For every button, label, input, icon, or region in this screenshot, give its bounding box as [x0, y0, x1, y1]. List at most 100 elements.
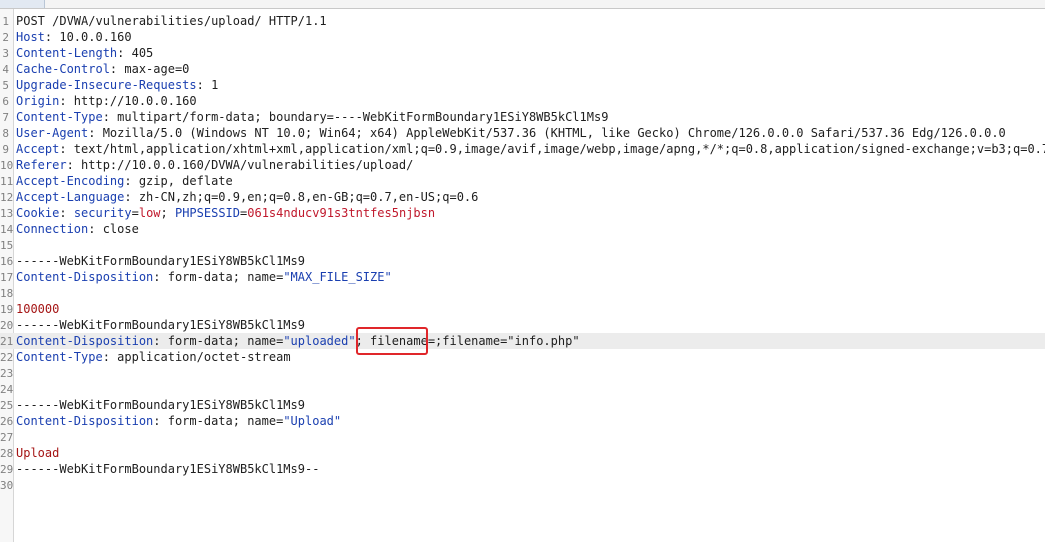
request-line[interactable]: 2 Host: 10.0.0.160: [0, 29, 1045, 45]
request-line[interactable]: 9 Accept: text/html,application/xhtml+xml…: [0, 141, 1045, 157]
request-line[interactable]: 19 100000: [0, 301, 1045, 317]
header-name: Accept: [16, 142, 60, 156]
line-text: ------WebKitFormBoundary1ESiY8WB5kCl1Ms9: [16, 254, 305, 268]
line-number: 8: [2, 127, 9, 140]
line-number: 12: [0, 191, 14, 204]
request-line[interactable]: 10 Referer: http://10.0.0.160/DVWA/vulner…: [0, 157, 1045, 173]
line-number: 10: [0, 159, 14, 172]
line-text: ------WebKitFormBoundary1ESiY8WB5kCl1Ms9: [16, 398, 305, 412]
line-text: : http://10.0.0.160: [59, 94, 197, 108]
line-number: 20: [0, 319, 14, 332]
line-number: 23: [0, 367, 14, 380]
line-text: : zh-CN,zh;q=0.9,en;q=0.8,en-GB;q=0.7,en…: [124, 190, 479, 204]
header-name: Connection: [16, 222, 89, 236]
request-line[interactable]: 15: [0, 237, 1045, 253]
line-number: 22: [0, 351, 14, 364]
line-text: : 10.0.0.160: [44, 30, 132, 44]
value-text: "uploaded": [283, 334, 356, 348]
header-name: User-Agent: [16, 126, 89, 140]
line-number: 30: [0, 479, 14, 492]
request-line[interactable]: 26 Content-Disposition: form-data; name="…: [0, 413, 1045, 429]
value-text: "MAX_FILE_SIZE": [283, 270, 392, 284]
request-line[interactable]: 12 Accept-Language: zh-CN,zh;q=0.9,en;q=0…: [0, 189, 1045, 205]
http-request-editor[interactable]: 1 POST /DVWA/vulnerabilities/upload/ HTTP…: [0, 13, 1045, 493]
line-text: : http://10.0.0.160/DVWA/vulnerabilities…: [66, 158, 414, 172]
line-number: 19: [0, 303, 14, 316]
line-number: 26: [0, 415, 14, 428]
value-text: Upload: [16, 446, 60, 460]
active-tab[interactable]: [0, 0, 45, 8]
line-number: 11: [0, 175, 14, 188]
request-line[interactable]: 11 Accept-Encoding: gzip, deflate: [0, 173, 1045, 189]
line-text: ;: [160, 206, 175, 220]
line-number: 6: [2, 95, 9, 108]
header-name: Host: [16, 30, 45, 44]
line-text: : close: [88, 222, 139, 236]
request-line[interactable]: 17 Content-Disposition: form-data; name="…: [0, 269, 1045, 285]
line-number: 5: [2, 79, 9, 92]
request-line[interactable]: 25 ------WebKitFormBoundary1ESiY8WB5kCl1M…: [0, 397, 1045, 413]
request-line[interactable]: 13 Cookie: security=low; PHPSESSID=061s4n…: [0, 205, 1045, 221]
header-name: Content-Disposition: [16, 270, 154, 284]
request-line[interactable]: 5 Upgrade-Insecure-Requests: 1: [0, 77, 1045, 93]
request-line[interactable]: 6 Origin: http://10.0.0.160: [0, 93, 1045, 109]
line-text: POST /DVWA/vulnerabilities/upload/ HTTP/…: [16, 14, 327, 28]
request-line[interactable]: 7 Content-Type: multipart/form-data; boun…: [0, 109, 1045, 125]
header-name: Content-Type: [16, 110, 103, 124]
line-number: 4: [2, 63, 9, 76]
request-line[interactable]: 4 Cache-Control: max-age=0: [0, 61, 1045, 77]
line-number: 2: [2, 31, 9, 44]
highlight-annotation-box: [356, 327, 428, 355]
header-name: Referer: [16, 158, 67, 172]
header-name: Content-Type: [16, 350, 103, 364]
line-number: 13: [0, 207, 14, 220]
line-text: : application/octet-stream: [102, 350, 291, 364]
line-number: 3: [2, 47, 9, 60]
line-text: =: [131, 206, 139, 220]
request-line[interactable]: 20 ------WebKitFormBoundary1ESiY8WB5kCl1M…: [0, 317, 1045, 333]
line-number: 15: [0, 239, 14, 252]
request-line[interactable]: 22 Content-Type: application/octet-stream: [0, 349, 1045, 365]
line-number: 29: [0, 463, 14, 476]
header-name: security: [73, 206, 132, 220]
line-number: 16: [0, 255, 14, 268]
header-name: Cookie: [16, 206, 60, 220]
request-line[interactable]: 18: [0, 285, 1045, 301]
request-line[interactable]: 23: [0, 365, 1045, 381]
line-text: : 405: [117, 46, 154, 60]
value-text: 100000: [16, 302, 60, 316]
value-text: low: [138, 206, 161, 220]
line-text: : 1: [196, 78, 219, 92]
request-line[interactable]: 1 POST /DVWA/vulnerabilities/upload/ HTTP…: [0, 13, 1045, 29]
line-text: : Mozilla/5.0 (Windows NT 10.0; Win64; x…: [88, 126, 1006, 140]
line-text: : form-data; name=: [153, 414, 284, 428]
line-number: 24: [0, 383, 14, 396]
header-name: Upgrade-Insecure-Requests: [16, 78, 197, 92]
line-number: 14: [0, 223, 14, 236]
line-number: 7: [2, 111, 9, 124]
line-text: : text/html,application/xhtml+xml,applic…: [59, 142, 1045, 156]
line-text: : gzip, deflate: [124, 174, 233, 188]
toolbar-strip: [0, 0, 1045, 9]
request-line[interactable]: 29 ------WebKitFormBoundary1ESiY8WB5kCl1M…: [0, 461, 1045, 477]
header-name: Accept-Language: [16, 190, 125, 204]
value-text: "Upload": [283, 414, 342, 428]
request-line[interactable]: 27: [0, 429, 1045, 445]
value-text: 061s4nducv91s3tntfes5njbsn: [247, 206, 436, 220]
line-number: 17: [0, 271, 14, 284]
request-line[interactable]: 30: [0, 477, 1045, 493]
line-text: : max-age=0: [109, 62, 190, 76]
request-line[interactable]: 3 Content-Length: 405: [0, 45, 1045, 61]
request-line[interactable]: 8 User-Agent: Mozilla/5.0 (Windows NT 10.…: [0, 125, 1045, 141]
request-line[interactable]: 21 Content-Disposition: form-data; name="…: [0, 333, 1045, 349]
header-name: Origin: [16, 94, 60, 108]
request-line[interactable]: 14 Connection: close: [0, 221, 1045, 237]
line-text: : form-data; name=: [153, 334, 284, 348]
request-line[interactable]: 16 ------WebKitFormBoundary1ESiY8WB5kCl1M…: [0, 253, 1045, 269]
request-line[interactable]: 24: [0, 381, 1045, 397]
line-number: 18: [0, 287, 14, 300]
line-number: 28: [0, 447, 14, 460]
request-line[interactable]: 28 Upload: [0, 445, 1045, 461]
header-name: Content-Disposition: [16, 414, 154, 428]
line-text: :: [59, 206, 74, 220]
